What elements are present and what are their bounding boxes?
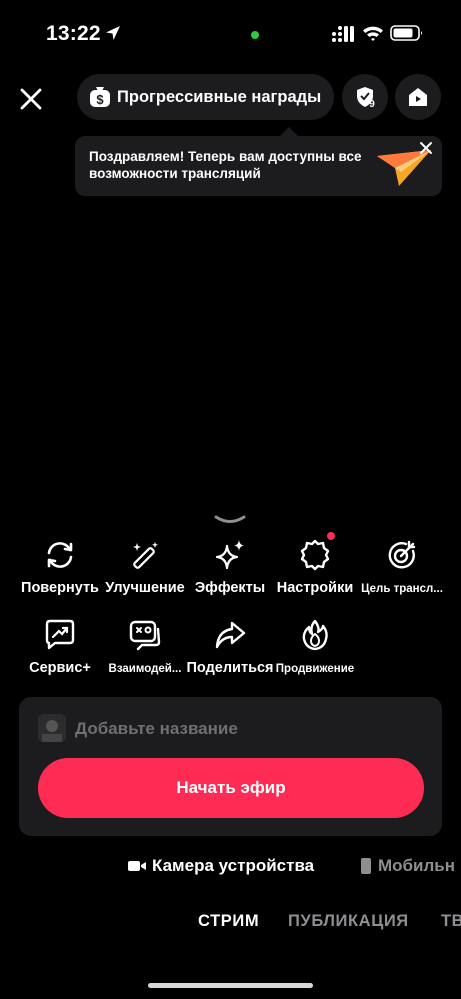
tool-rotate[interactable]: Повернуть bbox=[15, 538, 105, 596]
status-time: 13:22 bbox=[46, 22, 101, 45]
chart-chat-icon bbox=[45, 619, 75, 650]
tool-promote[interactable]: Продвижение bbox=[270, 618, 360, 675]
magic-wand-icon bbox=[133, 542, 158, 569]
gear-icon bbox=[300, 539, 330, 571]
tooltip-text: Поздравляем! Теперь вам доступны все воз… bbox=[89, 149, 362, 181]
wifi-icon bbox=[363, 26, 383, 41]
title-input[interactable]: Добавьте название bbox=[75, 719, 238, 739]
tool-label: Цель трансл... bbox=[361, 583, 443, 595]
notification-dot bbox=[327, 532, 335, 540]
status-bar: 13:22 bbox=[0, 0, 461, 70]
tool-stream-goal[interactable]: Цель трансл... bbox=[357, 538, 447, 595]
camera-indicator-dot bbox=[251, 31, 259, 39]
battery-icon bbox=[390, 25, 422, 41]
signal-icon bbox=[332, 26, 354, 42]
flame-icon bbox=[302, 619, 328, 651]
tab-stream[interactable]: СТРИМ bbox=[198, 912, 259, 931]
share-icon bbox=[215, 621, 246, 649]
source-camera-label: Камера устройства bbox=[152, 856, 315, 875]
home-icon bbox=[409, 88, 427, 106]
tool-interaction[interactable]: Взаимодей... bbox=[100, 618, 190, 675]
tooltip-close-icon[interactable] bbox=[418, 140, 434, 156]
tool-settings[interactable]: Настройки bbox=[270, 532, 360, 596]
money-bag-icon: $ bbox=[90, 87, 110, 107]
tool-label: Повернуть bbox=[21, 580, 99, 596]
tool-label: Эффекты bbox=[194, 580, 266, 596]
tool-label: Сервис+ bbox=[29, 660, 91, 676]
tab-post[interactable]: ПУБЛИКАЦИЯ bbox=[288, 912, 409, 931]
tool-label: Настройки bbox=[276, 580, 354, 596]
home-button[interactable] bbox=[395, 74, 441, 120]
svg-text:$: $ bbox=[96, 92, 104, 107]
tool-label: Взаимодей... bbox=[108, 663, 182, 675]
tool-enhance[interactable]: Улучшение bbox=[100, 538, 190, 596]
rotate-icon bbox=[47, 542, 73, 568]
chevron-down-icon[interactable] bbox=[214, 514, 246, 526]
go-live-button[interactable]: Начать эфир bbox=[38, 758, 424, 818]
tool-label: Поделиться bbox=[186, 660, 274, 676]
tool-service[interactable]: Сервис+ bbox=[15, 618, 105, 676]
location-arrow-icon bbox=[106, 26, 120, 40]
source-camera[interactable]: Камера устройства bbox=[128, 856, 314, 876]
tool-label: Продвижение bbox=[275, 663, 355, 675]
shield-badge-count: 9 bbox=[369, 99, 375, 109]
close-icon[interactable] bbox=[14, 82, 48, 116]
rewards-label: Прогрессивные награды bbox=[117, 87, 322, 106]
welcome-tooltip: Поздравляем! Теперь вам доступны все воз… bbox=[75, 127, 442, 196]
rewards-button[interactable]: $ Прогрессивные награды bbox=[77, 74, 334, 120]
source-mobile-label: Мобильн bbox=[378, 856, 456, 875]
cover-thumbnail[interactable] bbox=[38, 714, 66, 742]
tab-tv[interactable]: ТВ bbox=[441, 912, 461, 931]
interaction-icon bbox=[129, 620, 161, 651]
shield-icon: 9 bbox=[357, 87, 375, 109]
stream-setup-card: Добавьте название Начать эфир bbox=[19, 697, 442, 836]
shield-button[interactable]: 9 bbox=[342, 74, 388, 120]
tool-share[interactable]: Поделиться bbox=[185, 618, 275, 676]
source-mobile[interactable]: Мобильн bbox=[360, 856, 455, 876]
target-icon bbox=[388, 540, 416, 569]
tool-effects[interactable]: Эффекты bbox=[185, 538, 275, 596]
video-camera-icon bbox=[128, 861, 146, 871]
tool-label: Улучшение bbox=[105, 580, 185, 596]
sparkles-icon bbox=[215, 540, 244, 570]
phone-icon bbox=[361, 858, 371, 874]
home-indicator bbox=[148, 983, 313, 988]
